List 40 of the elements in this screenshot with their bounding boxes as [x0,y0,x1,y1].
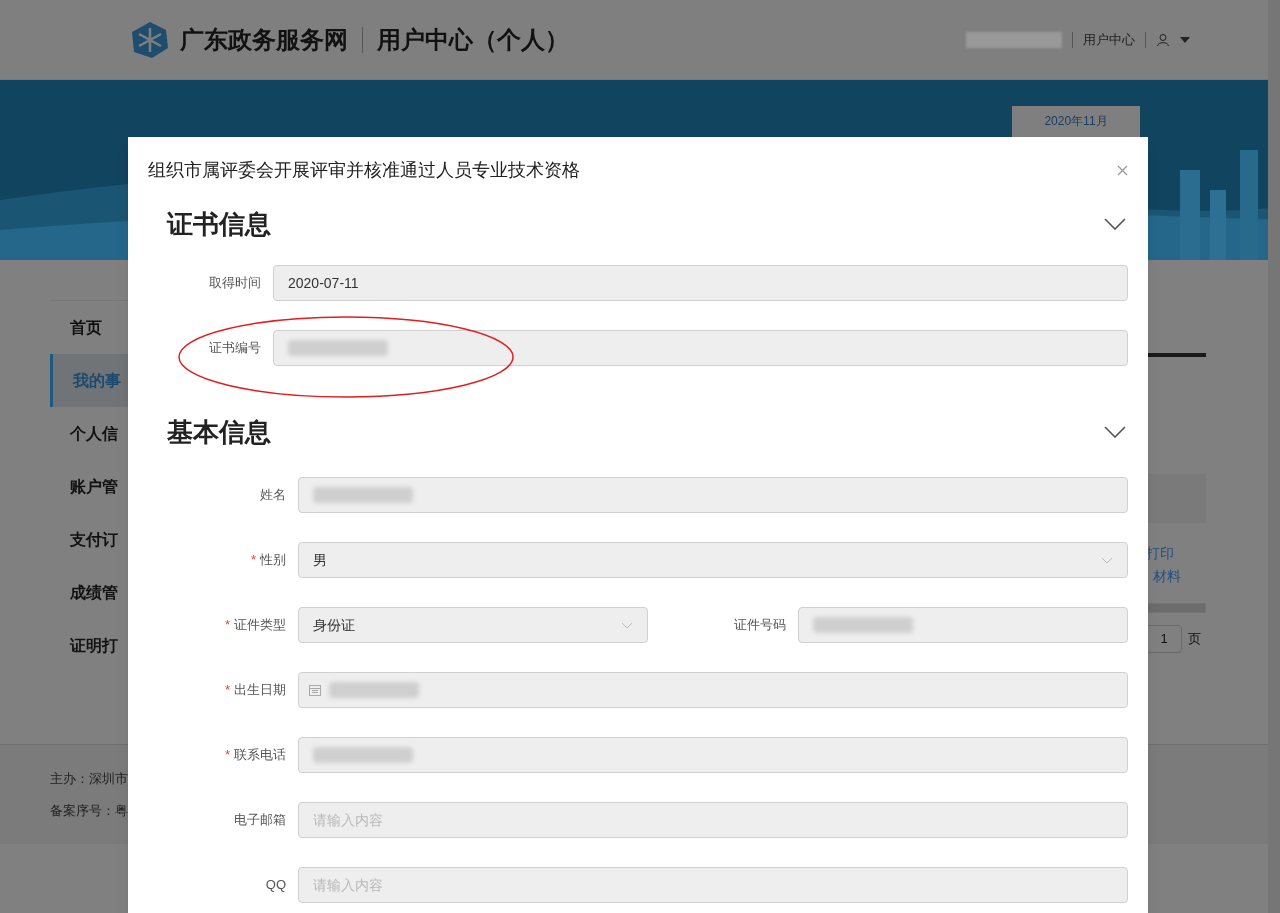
field-label: * 联系电话 [224,746,286,765]
close-icon[interactable] [1117,165,1128,176]
date-field[interactable] [298,672,1128,708]
field-label: 证书编号 [209,339,261,358]
section-heading: 基本信息 [167,415,271,449]
user-center-link[interactable]: 用户中心 [1083,29,1135,50]
field-label: * 证件类型 [224,616,286,635]
logo-icon [130,19,170,60]
field-label: * 出生日期 [224,681,286,700]
field-label: QQ [265,876,286,895]
site-name: 广东政务服务网 [180,24,348,55]
input-field[interactable] [797,607,1128,643]
calendar-icon [309,684,321,696]
table-header-background [1146,474,1206,523]
field-label: * 性别 [250,551,286,570]
field-label: 证件号码 [733,616,786,635]
dialog-title: 组织市属评委会开展评审并核准通过人员专业技术资格 [148,159,580,182]
input-field[interactable] [273,330,1128,366]
materials-link[interactable]: 材料 [1153,566,1206,587]
scrollbar[interactable] [1268,0,1280,913]
field-label: 取得时间 [209,274,261,293]
footer-text: 备案序号：粤 [50,801,128,820]
chevron-down-icon[interactable] [1104,218,1126,230]
footer-text: 主办：深圳市 [50,770,128,788]
field-label: 电子邮箱 [234,811,286,830]
field-label: 姓名 [260,486,286,505]
input-field[interactable] [298,477,1128,513]
select-field[interactable]: 身份证 [298,607,648,643]
user-icon[interactable] [1156,32,1170,47]
horizontal-scrollbar[interactable] [1146,603,1206,613]
caret-icon[interactable] [1180,36,1190,43]
page-suffix: 页 [1188,630,1201,649]
section-heading: 证书信息 [167,207,271,241]
input-field[interactable] [298,737,1128,773]
caret-icon [620,621,633,629]
input-field[interactable]: 2020-07-11 [273,265,1128,301]
caret-icon [1101,556,1113,564]
select-field[interactable]: 男 [298,542,1128,578]
chevron-down-icon[interactable] [1104,426,1126,438]
section-title: 用户中心（个人） [377,24,569,55]
